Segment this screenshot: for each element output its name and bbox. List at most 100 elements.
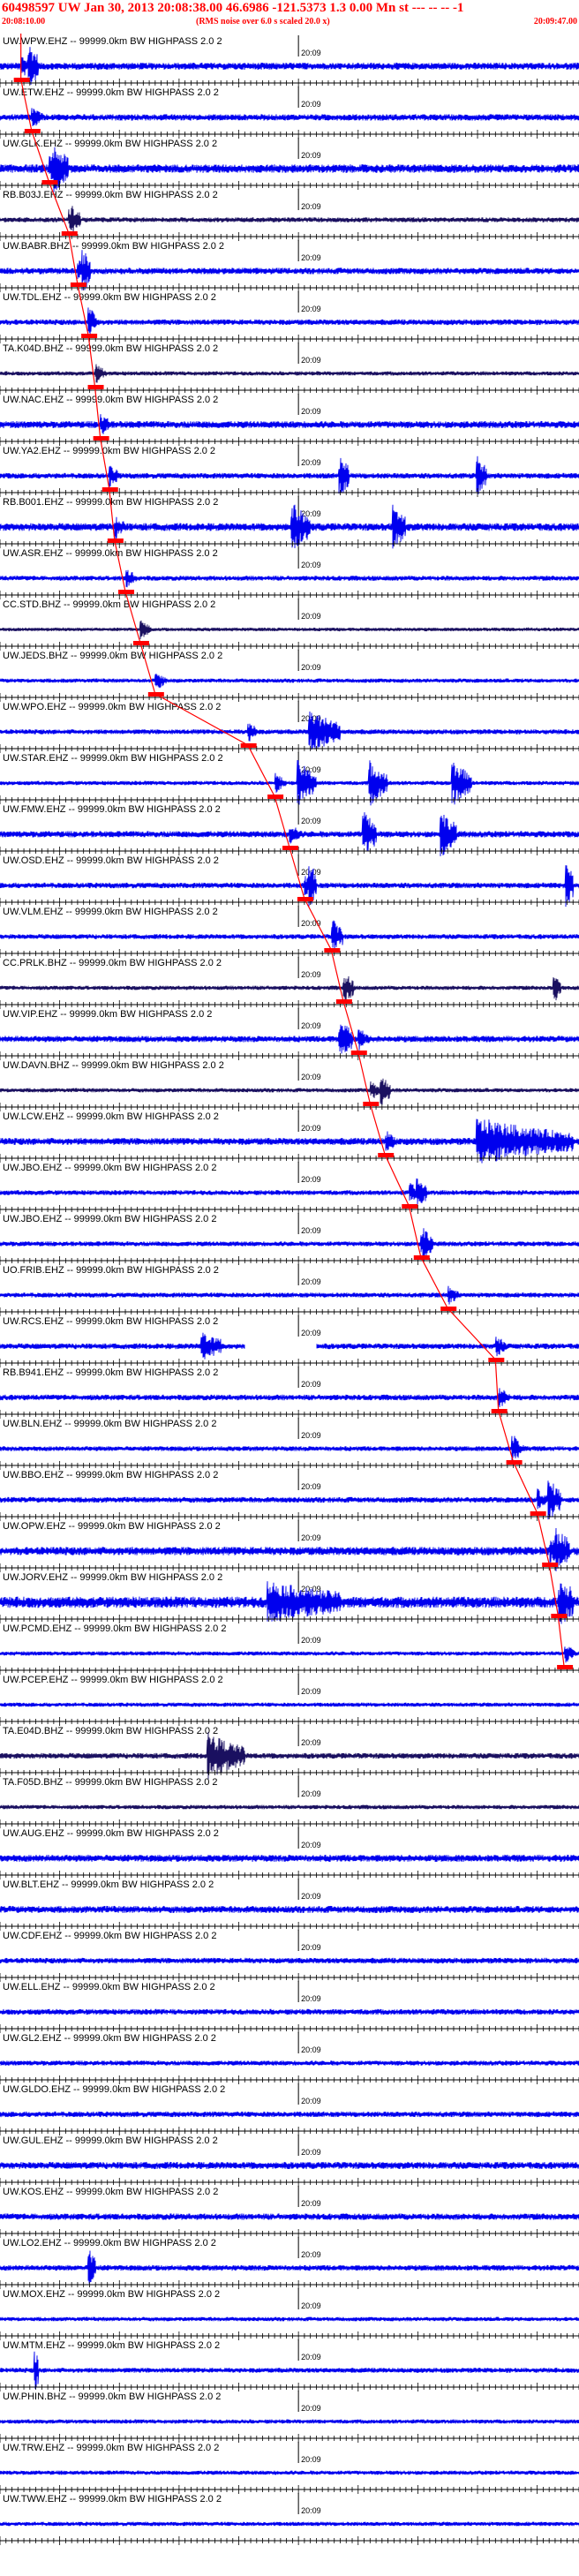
minute-label: 20:09	[301, 1841, 321, 1849]
waveform-trace	[0, 1285, 579, 1305]
channel-row: UW.PHIN.BHZ -- 99999.0km BW HIGHPASS 2.0…	[0, 2391, 579, 2443]
channel-label: UW.PHIN.BHZ -- 99999.0km BW HIGHPASS 2.0…	[3, 2391, 221, 2402]
pick-marker	[81, 334, 98, 338]
channel-row: UW.NAC.EHZ -- 99999.0km BW HIGHPASS 2.0 …	[0, 394, 579, 446]
channel-row: UW.VIP.EHZ -- 99999.0km BW HIGHPASS 2.0 …	[0, 1008, 579, 1060]
channel-label: UW.BLN.EHZ -- 99999.0km BW HIGHPASS 2.0 …	[3, 1419, 216, 1429]
minute-label: 20:09	[301, 2301, 321, 2310]
waveform-trace	[0, 1804, 579, 1810]
waveform-trace	[0, 1078, 579, 1105]
pick-marker	[93, 436, 109, 441]
waveform-trace	[0, 1435, 579, 1463]
minute-label: 20:09	[301, 612, 321, 621]
waveform-trace	[0, 108, 579, 127]
channel-row: UW.BLN.EHZ -- 99999.0km BW HIGHPASS 2.0 …	[0, 1418, 579, 1470]
channel-label: UW.BABR.BHZ -- 99999.0km BW HIGHPASS 2.0…	[3, 241, 224, 252]
channel-label: TA.K04D.BHZ -- 99999.0km BW HIGHPASS 2.0…	[3, 343, 218, 354]
minute-label: 20:09	[301, 1277, 321, 1286]
waveform-trace	[0, 1119, 579, 1164]
channel-label: UW.GUL.EHZ -- 99999.0km BW HIGHPASS 2.0 …	[3, 2135, 218, 2146]
waveform-trace	[0, 674, 579, 689]
channel-row: TA.F05D.BHZ -- 99999.0km BW HIGHPASS 2.0…	[0, 1776, 579, 1828]
minute-label: 20:09	[301, 356, 321, 365]
minute-label: 20:09	[301, 919, 321, 928]
minute-label: 20:09	[301, 1124, 321, 1133]
minute-label: 20:09	[301, 2353, 321, 2361]
channel-row: UW.GUL.EHZ -- 99999.0km BW HIGHPASS 2.0 …	[0, 2135, 579, 2187]
channel-row: CC.STD.BHZ -- 99999.0km BW HIGHPASS 2.0 …	[0, 599, 579, 651]
channel-row: RB.B001.EHZ -- 99999.0km BW HIGHPASS 2.0…	[0, 496, 579, 549]
minute-label: 20:09	[301, 458, 321, 467]
waveform-trace	[0, 364, 579, 383]
minute-label: 20:09	[301, 1175, 321, 1184]
channel-row: UW.PCMD.EHZ -- 99999.0km BW HIGHPASS 2.0…	[0, 1623, 579, 1675]
minute-label: 20:09	[301, 2250, 321, 2259]
channel-row: UW.JEDS.BHZ -- 99999.0km BW HIGHPASS 2.0…	[0, 650, 579, 702]
channel-label: UW.PCMD.EHZ -- 99999.0km BW HIGHPASS 2.0…	[3, 1623, 226, 1634]
channel-label: UW.NAC.EHZ -- 99999.0km BW HIGHPASS 2.0 …	[3, 395, 218, 405]
channel-label: UW.JBO.EHZ -- 99999.0km BW HIGHPASS 2.0 …	[3, 1214, 216, 1224]
waveform-trace	[0, 2250, 579, 2284]
waveform-trace	[0, 1178, 579, 1205]
channel-label: UW.PCEP.EHZ -- 99999.0km BW HIGHPASS 2.0…	[3, 1675, 223, 1685]
waveform-trace	[0, 920, 579, 952]
minute-label: 20:09	[301, 305, 321, 313]
waveform-trace	[0, 2213, 579, 2220]
channel-row: UW.MOX.EHZ -- 99999.0km BW HIGHPASS 2.0 …	[0, 2288, 579, 2340]
waveform-trace	[0, 2111, 579, 2118]
minute-label: 20:09	[301, 1482, 321, 1491]
channel-row: UW.TDL.EHZ -- 99999.0km BW HIGHPASS 2.0 …	[0, 291, 579, 343]
waveform-trace	[0, 1957, 579, 1964]
channel-row: UO.FRIB.EHZ -- 99999.0km BW HIGHPASS 2.0…	[0, 1264, 579, 1316]
waveform-trace	[0, 2351, 579, 2390]
minute-label: 20:09	[301, 1636, 321, 1645]
channel-label: UW.JBO.EHZ -- 99999.0km BW HIGHPASS 2.0 …	[3, 1163, 216, 1173]
channel-label: RB.B941.EHZ -- 99999.0km BW HIGHPASS 2.0…	[3, 1367, 218, 1378]
minute-label: 20:09	[301, 970, 321, 979]
channel-label: UW.GL2.EHZ -- 99999.0km BW HIGHPASS 2.0 …	[3, 2033, 216, 2044]
waveform-trace	[0, 1228, 579, 1261]
waveform-trace	[0, 711, 579, 750]
waveform-trace	[0, 2060, 579, 2066]
channel-row: UW.AUG.EHZ -- 99999.0km BW HIGHPASS 2.0 …	[0, 1827, 579, 1879]
pick-marker	[488, 1358, 505, 1362]
channel-label: UW.VLM.EHZ -- 99999.0km BW HIGHPASS 2.0 …	[3, 907, 218, 917]
waveform-trace	[0, 569, 579, 588]
minute-label: 20:09	[301, 2199, 321, 2208]
minute-label: 20:09	[301, 1380, 321, 1389]
channel-row: UW.JORV.EHZ -- 99999.0km BW HIGHPASS 2.0…	[0, 1571, 579, 1624]
waveform-trace	[0, 759, 579, 806]
waveform-trace	[0, 620, 579, 640]
channel-row: UW.OSD.EHZ -- 99999.0km BW HIGHPASS 2.0 …	[0, 855, 579, 908]
waveform-trace	[0, 206, 579, 234]
channel-label: UW.VIP.EHZ -- 99999.0km BW HIGHPASS 2.0 …	[3, 1009, 212, 1020]
channel-label: UW.TDL.EHZ -- 99999.0km BW HIGHPASS 2.0 …	[3, 292, 216, 303]
channel-label: CC.STD.BHZ -- 99999.0km BW HIGHPASS 2.0 …	[3, 599, 215, 610]
waveform-trace	[0, 865, 579, 908]
minute-label: 20:09	[301, 1329, 321, 1337]
channel-label: UW.BLT.EHZ -- 99999.0km BW HIGHPASS 2.0 …	[3, 1879, 214, 1890]
minute-label: 20:09	[301, 151, 321, 160]
minute-label: 20:09	[301, 253, 321, 262]
channel-label: UW.KOS.EHZ -- 99999.0km BW HIGHPASS 2.0 …	[3, 2187, 218, 2197]
channel-label: TA.E04D.BHZ -- 99999.0km BW HIGHPASS 2.0…	[3, 1726, 218, 1736]
channel-label: UW.OSD.EHZ -- 99999.0km BW HIGHPASS 2.0 …	[3, 855, 219, 866]
channel-row: TA.K04D.BHZ -- 99999.0km BW HIGHPASS 2.0…	[0, 343, 579, 395]
channel-label: UW.TRW.EHZ -- 99999.0km BW HIGHPASS 2.0 …	[3, 2443, 219, 2453]
channel-label: UW.MTM.EHZ -- 99999.0km BW HIGHPASS 2.0 …	[3, 2340, 220, 2351]
channel-label: UW.ELL.EHZ -- 99999.0km BW HIGHPASS 2.0 …	[3, 1982, 215, 1992]
minute-label: 20:09	[301, 2097, 321, 2105]
channel-row: UW.CDF.EHZ -- 99999.0km BW HIGHPASS 2.0 …	[0, 1930, 579, 1982]
minute-label: 20:09	[301, 2404, 321, 2413]
minute-label: 20:09	[301, 1073, 321, 1081]
minute-label: 20:09	[301, 817, 321, 825]
minute-label: 20:09	[301, 1021, 321, 1030]
minute-label: 20:09	[301, 49, 321, 57]
channel-label: UW.WPW.EHZ -- 99999.0km BW HIGHPASS 2.0 …	[3, 36, 222, 47]
channel-label: UW.DAVN.BHZ -- 99999.0km BW HIGHPASS 2.0…	[3, 1060, 224, 1071]
waveform-trace	[0, 1854, 579, 1863]
channel-label: UW.LCW.EHZ -- 99999.0km BW HIGHPASS 2.0 …	[3, 1111, 219, 1122]
channel-label: RB.B03J.EHZ -- 99999.0km BW HIGHPASS 2.0…	[3, 190, 218, 200]
channel-label: UO.FRIB.EHZ -- 99999.0km BW HIGHPASS 2.0…	[3, 1265, 219, 1276]
minute-label: 20:09	[301, 1226, 321, 1235]
